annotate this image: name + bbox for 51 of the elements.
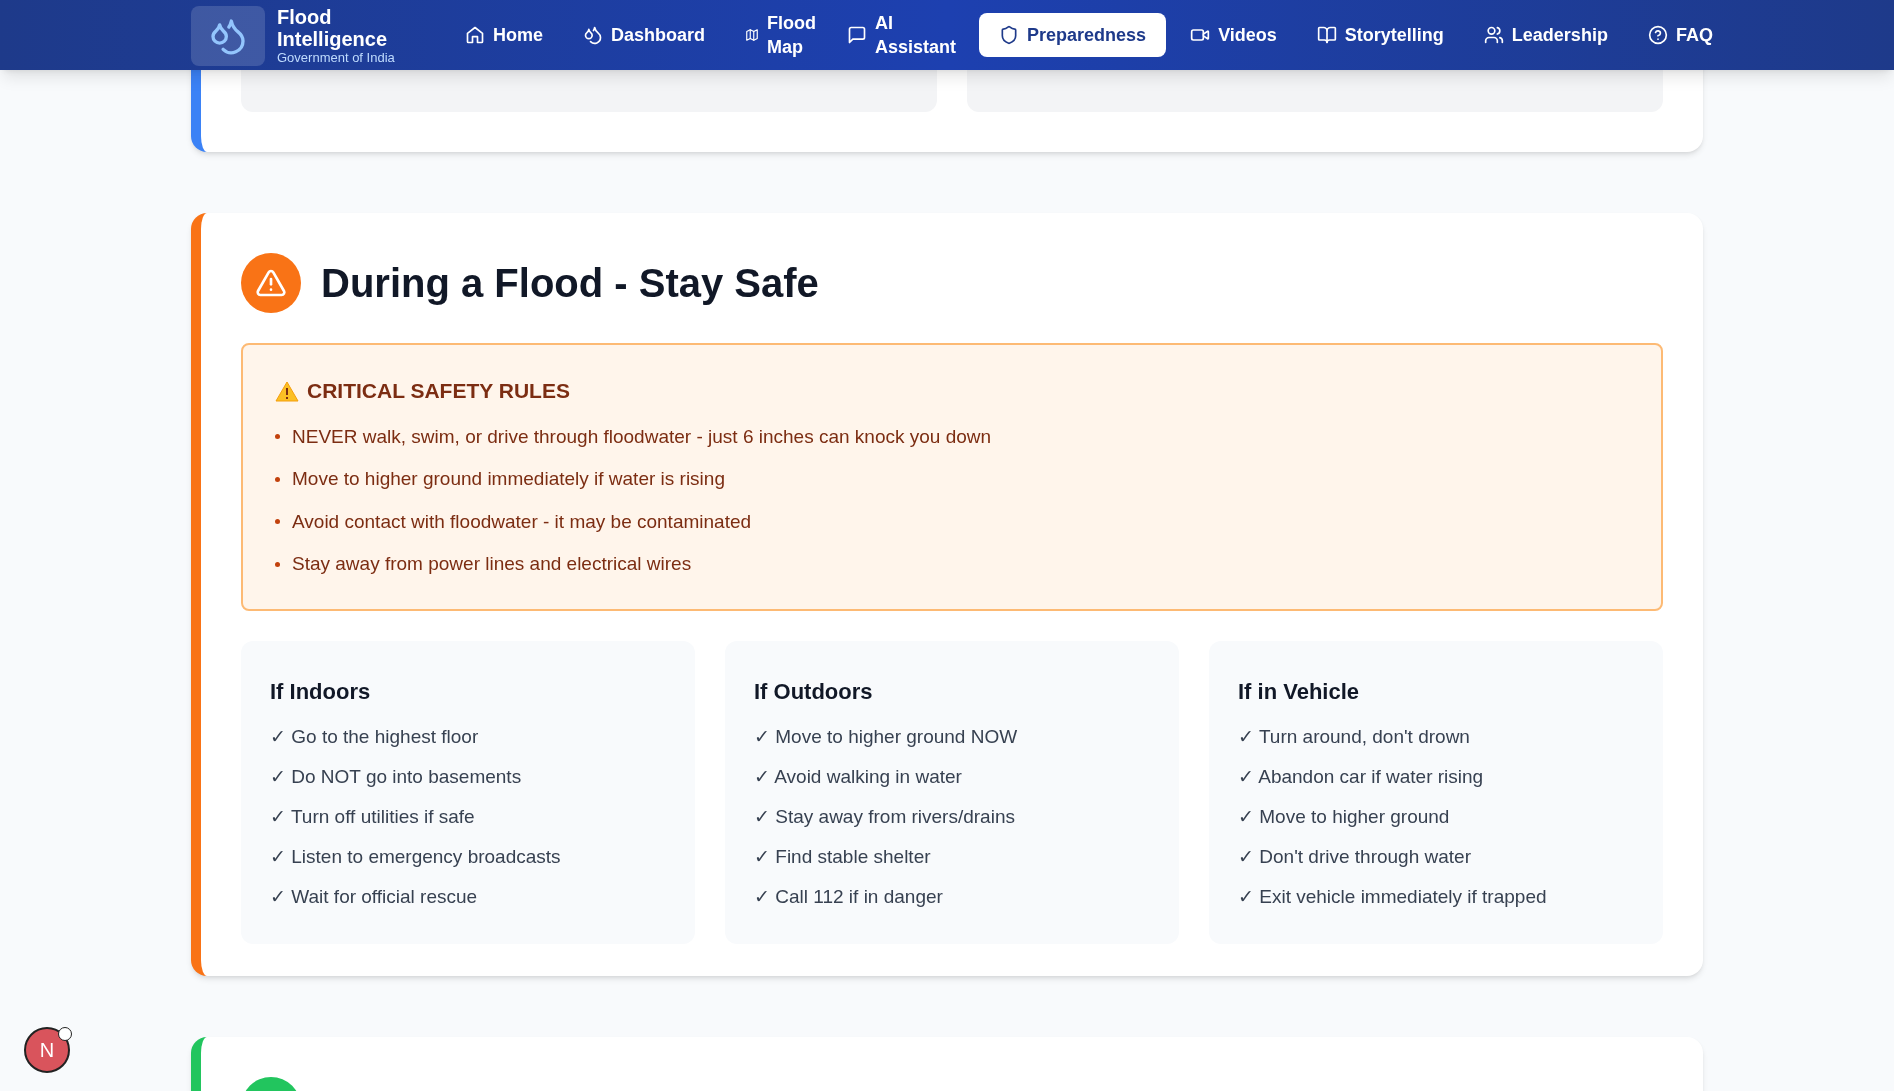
advice-item: ✓ Find stable shelter [754, 844, 932, 869]
bullet-icon [275, 476, 280, 482]
home-icon [465, 25, 485, 45]
nav-tab[interactable]: Preparedness [979, 13, 1167, 57]
advice-item: ✓ Abandon car if water rising [1238, 764, 1485, 789]
dev-indicator-button[interactable]: N [24, 1027, 70, 1073]
warning-icon [241, 253, 301, 313]
advice-item: ✓ Go to the highest floor [270, 724, 480, 749]
logo-icon[interactable] [191, 6, 265, 66]
nav-tab[interactable]: Storytelling [1300, 13, 1460, 57]
bullet-icon [275, 519, 280, 525]
advice-item: ✓ Do NOT go into basements [270, 764, 523, 789]
advice-item: ✓ Move to higher ground NOW [754, 724, 1019, 749]
help-icon [1647, 25, 1668, 45]
rule-text: Stay away from power lines and electrical wires [292, 552, 692, 576]
advice-item: ✓ Wait for official rescue [270, 884, 479, 909]
advice-item: ✓ Listen to emergency broadcasts [270, 844, 562, 869]
brand-subtitle: Government of India [277, 50, 396, 66]
nav-tab[interactable]: AI Assistant [831, 13, 972, 57]
card-title: If in Vehicle [1238, 677, 1361, 706]
nav-tab[interactable]: Videos [1174, 13, 1293, 57]
bullet-icon [275, 434, 280, 440]
nav-tab[interactable]: Home [449, 13, 559, 57]
map-icon [745, 28, 760, 42]
advice-item: ✓ Exit vehicle immediately if trapped [1238, 884, 1548, 909]
advice-item: ✓ Stay away from rivers/drains [754, 804, 1016, 829]
rule-text: NEVER walk, swim, or drive through floodwater - just 6 inches can knock you down [292, 424, 992, 449]
rule-text: Move to higher ground immediately if water is rising [292, 467, 725, 491]
droplets-icon [583, 25, 603, 45]
advice-item: ✓ Don't drive through water [1238, 844, 1472, 869]
users-icon [1483, 25, 1504, 45]
rule-text: Avoid contact with floodwater - it may be contaminated [292, 509, 752, 534]
section-title: During a Flood - Stay Safe [321, 260, 819, 307]
rules-title: CRITICAL SAFETY RULES [307, 378, 570, 404]
advice-item: ✓ Move to higher ground [1238, 804, 1451, 829]
advice-item: ✓ Call 112 if in danger [754, 884, 944, 909]
card-title: If Indoors [270, 677, 372, 706]
advice-item: ✓ Avoid walking in water [754, 764, 963, 789]
nav-tab[interactable]: Dashboard [567, 13, 722, 57]
brand-title: Flood Intelligence [277, 6, 389, 50]
nav-tab[interactable]: FAQ [1631, 13, 1729, 57]
chat-icon [847, 25, 868, 45]
advice-item: ✓ Turn off utilities if safe [270, 804, 476, 829]
nav-tab[interactable]: Leadership [1467, 13, 1624, 57]
book-icon [1316, 25, 1337, 45]
card-title: If Outdoors [754, 677, 874, 706]
bullet-icon [275, 561, 280, 567]
warning-icon [275, 379, 299, 402]
shield-icon [999, 25, 1020, 45]
nav-tab[interactable]: Flood Map [729, 13, 824, 57]
advice-item: ✓ Turn around, don't drown [1238, 724, 1471, 749]
